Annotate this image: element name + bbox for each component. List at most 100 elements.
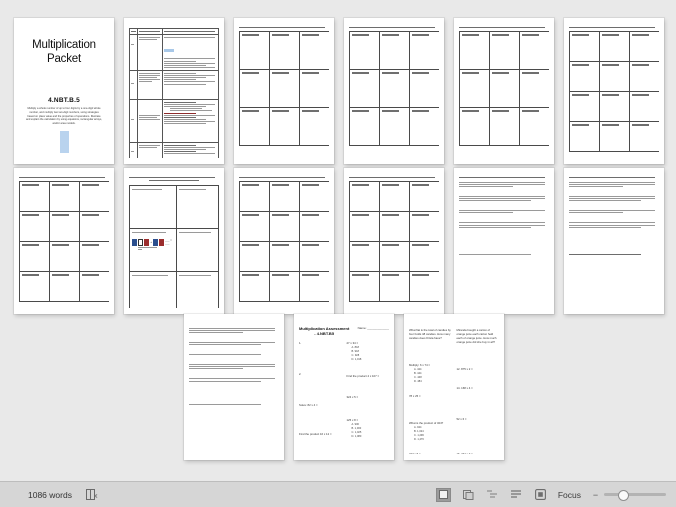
worksheet-cell[interactable] (350, 108, 380, 146)
zoom-slider-handle[interactable] (617, 490, 629, 501)
worksheet-cell[interactable] (380, 242, 410, 272)
document-page-11-word-problems[interactable] (454, 168, 554, 314)
worksheet-cell[interactable] (270, 108, 300, 146)
work-cell[interactable] (177, 228, 219, 272)
worksheet-cell[interactable] (270, 242, 300, 272)
worksheet-cell[interactable] (460, 70, 490, 108)
worksheet-cell[interactable] (240, 70, 270, 108)
worksheet-cell[interactable] (410, 272, 439, 302)
worksheet-cell[interactable] (350, 272, 380, 302)
worksheet-cell[interactable] (520, 70, 549, 108)
worksheet-cell[interactable] (410, 108, 439, 146)
outline-view-icon[interactable] (486, 489, 499, 501)
worksheet-cell[interactable] (240, 108, 270, 146)
work-cell[interactable] (130, 185, 178, 229)
document-canvas[interactable]: Multiplication Packet 4.NBT.B.5 Multiply… (0, 0, 676, 482)
worksheet-cell[interactable] (570, 122, 600, 152)
answer-choice[interactable]: D. 1,080 (352, 435, 390, 439)
worksheet-cell[interactable] (350, 70, 380, 108)
document-page-12-word-problems[interactable] (564, 168, 664, 314)
worksheet-cell[interactable] (300, 242, 329, 272)
worksheet-cell[interactable] (520, 108, 549, 146)
worksheet-cell[interactable] (490, 70, 520, 108)
zoom-slider-track[interactable] (604, 490, 666, 501)
document-page-13-word-problems[interactable] (184, 314, 284, 460)
worksheet-cell[interactable] (240, 272, 270, 302)
document-page-4-worksheet[interactable] (344, 18, 444, 164)
worksheet-cell[interactable] (600, 62, 630, 92)
worksheet-cell[interactable] (240, 242, 270, 272)
document-page-14-assessment[interactable]: Multiplication Assessment - 4.NBT.B5 Nam… (294, 314, 394, 460)
name-field-line[interactable] (189, 403, 279, 405)
document-page-6-worksheet[interactable] (564, 18, 664, 164)
work-cell[interactable]: + ___ = ___ (130, 228, 178, 272)
print-layout-icon[interactable] (435, 487, 451, 502)
worksheet-cell[interactable] (380, 70, 410, 108)
document-page-10-worksheet[interactable] (344, 168, 444, 314)
work-cell[interactable] (177, 271, 219, 308)
worksheet-cell[interactable] (570, 32, 600, 62)
document-page-5-worksheet[interactable] (454, 18, 554, 164)
worksheet-cell[interactable] (300, 272, 329, 302)
worksheet-cell[interactable] (380, 272, 410, 302)
worksheet-cell[interactable] (600, 32, 630, 62)
worksheet-cell[interactable] (50, 242, 80, 272)
work-cell[interactable] (130, 271, 178, 308)
proofing-icon[interactable]: x (85, 489, 98, 500)
worksheet-cell[interactable] (630, 122, 659, 152)
document-page-3-worksheet[interactable] (234, 18, 334, 164)
worksheet-cell[interactable] (300, 108, 329, 146)
worksheet-cell[interactable] (630, 32, 659, 62)
document-page-7-worksheet[interactable] (14, 168, 114, 314)
worksheet-cell[interactable] (490, 108, 520, 146)
worksheet-cell[interactable] (240, 212, 270, 242)
document-page-8-area-model[interactable]: + ___ = ___ (124, 168, 224, 314)
draft-view-icon[interactable] (510, 489, 523, 501)
worksheet-cell[interactable] (600, 92, 630, 122)
worksheet-cell[interactable] (270, 272, 300, 302)
document-page-1-cover[interactable]: Multiplication Packet 4.NBT.B.5 Multiply… (14, 18, 114, 164)
focus-label[interactable]: Focus (558, 490, 581, 500)
worksheet-cell[interactable] (460, 108, 490, 146)
worksheet-cell[interactable] (80, 212, 109, 242)
worksheet-cell[interactable] (350, 182, 380, 212)
worksheet-cell[interactable] (380, 32, 410, 70)
worksheet-cell[interactable] (270, 32, 300, 70)
worksheet-cell[interactable] (300, 182, 329, 212)
worksheet-cell[interactable] (300, 70, 329, 108)
worksheet-cell[interactable] (570, 62, 600, 92)
web-layout-icon[interactable] (462, 489, 475, 501)
document-page-15-assessment[interactable]: What flat is the total of candies by fou… (404, 314, 504, 460)
worksheet-cell[interactable] (50, 212, 80, 242)
worksheet-cell[interactable] (300, 212, 329, 242)
worksheet-cell[interactable] (380, 108, 410, 146)
worksheet-cell[interactable] (50, 272, 80, 302)
zoom-out-button[interactable]: − (592, 490, 599, 500)
worksheet-cell[interactable] (380, 182, 410, 212)
worksheet-cell[interactable] (20, 242, 50, 272)
worksheet-cell[interactable] (380, 212, 410, 242)
worksheet-cell[interactable] (410, 212, 439, 242)
worksheet-cell[interactable] (300, 32, 329, 70)
worksheet-cell[interactable] (20, 182, 50, 212)
worksheet-cell[interactable] (350, 212, 380, 242)
worksheet-cell[interactable] (240, 182, 270, 212)
worksheet-cell[interactable] (350, 32, 380, 70)
focus-icon[interactable] (534, 489, 547, 501)
worksheet-cell[interactable] (490, 32, 520, 70)
worksheet-cell[interactable] (20, 212, 50, 242)
assessment-name-field[interactable]: Name: _____________ (358, 326, 389, 330)
worksheet-cell[interactable] (80, 242, 109, 272)
worksheet-cell[interactable] (270, 212, 300, 242)
worksheet-cell[interactable] (80, 272, 109, 302)
worksheet-cell[interactable] (270, 182, 300, 212)
worksheet-cell[interactable] (80, 182, 109, 212)
worksheet-cell[interactable] (600, 122, 630, 152)
worksheet-cell[interactable] (410, 32, 439, 70)
worksheet-cell[interactable] (630, 62, 659, 92)
zoom-control[interactable]: − (592, 490, 666, 501)
worksheet-cell[interactable] (270, 70, 300, 108)
worksheet-cell[interactable] (520, 32, 549, 70)
worksheet-cell[interactable] (410, 242, 439, 272)
worksheet-cell[interactable] (240, 32, 270, 70)
